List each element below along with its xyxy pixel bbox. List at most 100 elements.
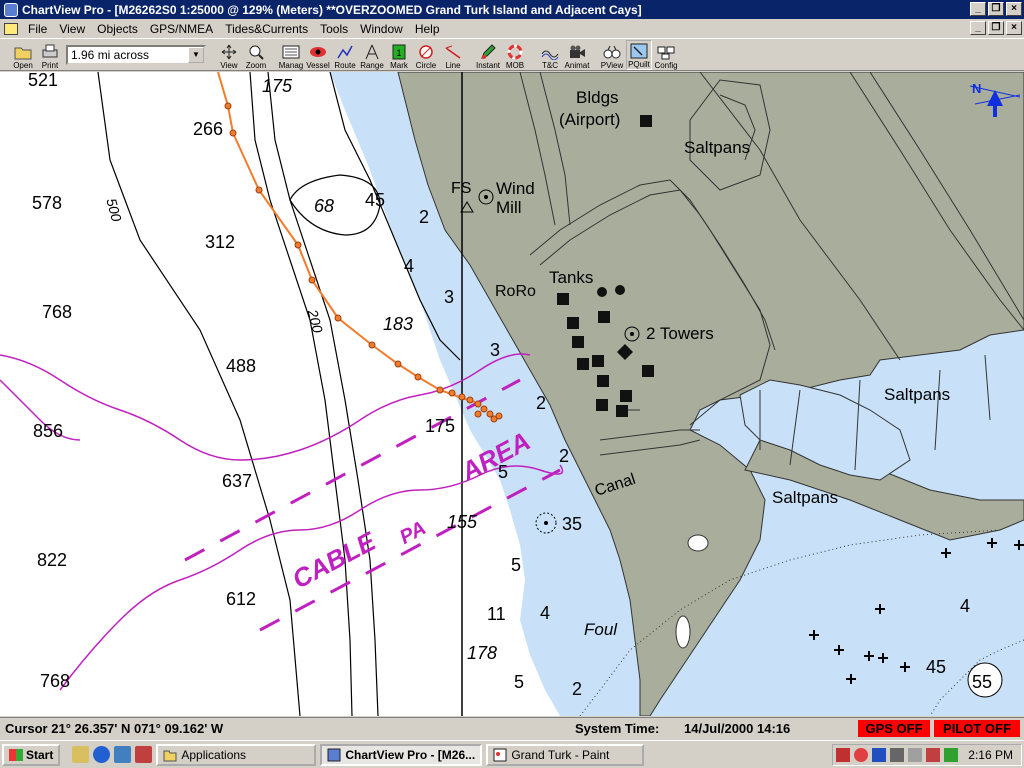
start-button[interactable]: Start: [2, 743, 61, 766]
speaker-icon[interactable]: [908, 748, 923, 762]
pen-icon: [481, 43, 496, 59]
print-button[interactable]: Print: [37, 40, 63, 70]
menu-view[interactable]: View: [53, 22, 91, 36]
svg-text:4: 4: [540, 603, 550, 623]
svg-text:3: 3: [444, 287, 454, 307]
eye-icon: [310, 46, 326, 57]
antivirus-icon[interactable]: [854, 748, 869, 762]
pview-button[interactable]: PView: [599, 40, 625, 70]
channels-icon[interactable]: [114, 746, 132, 763]
paint-icon: [493, 748, 507, 761]
gps-status-button[interactable]: GPS OFF: [858, 720, 930, 737]
window-controls: _ ❐ ×: [970, 2, 1022, 16]
nautical-chart[interactable]: 521 175 266 578 500 312 68 45 2 768 4 3 …: [0, 72, 1024, 716]
circle-icon: [419, 44, 433, 59]
doc-close-button[interactable]: ×: [1006, 21, 1022, 35]
svg-text:2: 2: [419, 207, 429, 227]
cursor-position: Cursor 21° 26.357' N 071° 09.162' W: [5, 721, 224, 736]
svg-text:FS: FS: [451, 180, 471, 197]
tide-icon: [541, 50, 559, 60]
svg-text:CABLE: CABLE: [287, 526, 381, 595]
zoom-button[interactable]: Zoom: [243, 40, 269, 70]
cable-area-labels: CABLE AREA PA: [287, 426, 535, 595]
svg-text:768: 768: [42, 302, 72, 322]
mob-button[interactable]: MOB: [502, 40, 528, 70]
mark-button[interactable]: 1 Mark: [386, 40, 412, 70]
monitor-icon[interactable]: [944, 748, 959, 762]
zoom-select[interactable]: 1.96 mi across ▼: [66, 44, 206, 65]
desktop-icon[interactable]: [72, 746, 90, 763]
route-button[interactable]: Route: [332, 40, 358, 70]
svg-text:(Airport): (Airport): [559, 110, 620, 129]
menu-help[interactable]: Help: [409, 22, 446, 36]
menu-gps-nmea[interactable]: GPS/NMEA: [144, 22, 219, 36]
chart-canvas[interactable]: 521 175 266 578 500 312 68 45 2 768 4 3 …: [0, 72, 1024, 716]
open-button[interactable]: Open: [10, 40, 36, 70]
svg-text:500: 500: [103, 196, 125, 223]
vessel-button[interactable]: Vessel: [305, 40, 331, 70]
svg-text:Foul: Foul: [584, 620, 618, 639]
menu-bar: File View Objects GPS/NMEA Tides&Current…: [0, 19, 1024, 38]
network-icon[interactable]: [890, 748, 905, 762]
close-button[interactable]: ×: [1006, 2, 1022, 16]
menu-tools[interactable]: Tools: [314, 22, 354, 36]
animate-button[interactable]: Animat: [564, 40, 590, 70]
pquilt-button[interactable]: PQuilt: [626, 39, 652, 70]
menu-window[interactable]: Window: [354, 22, 409, 36]
lifebuoy-icon: [507, 44, 523, 59]
svg-text:3: 3: [490, 340, 500, 360]
task-paint[interactable]: Grand Turk - Paint: [486, 743, 645, 766]
circle-button[interactable]: Circle: [413, 40, 439, 70]
document-controls: _ ❐ ×: [970, 21, 1022, 35]
display-icon[interactable]: [872, 748, 887, 762]
svg-text:266: 266: [193, 119, 223, 139]
magnifier-icon: [249, 45, 264, 60]
font-icon[interactable]: [926, 748, 941, 762]
svg-text:612: 612: [226, 589, 256, 609]
svg-text:822: 822: [37, 550, 67, 570]
svg-text:1: 1: [396, 48, 401, 58]
menu-file[interactable]: File: [22, 22, 53, 36]
document-icon[interactable]: [4, 22, 18, 35]
svg-text:Tanks: Tanks: [549, 268, 593, 287]
svg-text:183: 183: [383, 314, 413, 334]
mark-icon: 1: [392, 44, 406, 59]
svg-text:Saltpans: Saltpans: [772, 488, 838, 507]
manage-button[interactable]: Manag: [278, 40, 304, 70]
svg-text:578: 578: [32, 193, 62, 213]
menu-objects[interactable]: Objects: [91, 22, 144, 36]
clock[interactable]: 2:16 PM: [968, 748, 1013, 762]
svg-text:11: 11: [487, 604, 506, 624]
outlook-icon[interactable]: [135, 746, 153, 763]
system-time-value: 14/Jul/2000 14:16: [684, 721, 791, 736]
svg-text:178: 178: [467, 643, 497, 663]
instant-button[interactable]: Instant: [475, 40, 501, 70]
doc-minimize-button[interactable]: _: [970, 21, 986, 35]
window-title: ChartView Pro - [M26262S0 1:25000 @ 129%…: [22, 2, 642, 17]
line-button[interactable]: Line: [440, 40, 466, 70]
chevron-down-icon[interactable]: ▼: [188, 46, 204, 63]
restore-button[interactable]: ❐: [988, 2, 1004, 16]
route-icon: [337, 45, 353, 58]
shield-icon[interactable]: [836, 748, 851, 762]
svg-text:155: 155: [447, 512, 478, 532]
pilot-status-button[interactable]: PILOT OFF: [934, 720, 1020, 737]
svg-text:4: 4: [404, 256, 414, 276]
svg-text:35: 35: [562, 514, 582, 534]
taskbar: Start Applications ChartView Pro - [M26.…: [0, 740, 1024, 768]
app-icon[interactable]: [4, 2, 18, 17]
range-button[interactable]: Range: [359, 40, 385, 70]
move-icon: [221, 44, 237, 59]
menu-tides-currents[interactable]: Tides&Currents: [219, 22, 314, 36]
task-chartview[interactable]: ChartView Pro - [M26...: [320, 743, 483, 766]
svg-text:Mill: Mill: [496, 198, 522, 217]
svg-text:45: 45: [365, 190, 385, 210]
view-button[interactable]: View: [216, 40, 242, 70]
minimize-button[interactable]: _: [970, 2, 986, 16]
doc-restore-button[interactable]: ❐: [988, 21, 1004, 35]
printer-icon: [42, 44, 58, 57]
tide-current-button[interactable]: T&C: [537, 40, 563, 70]
task-applications[interactable]: Applications: [156, 743, 317, 766]
config-button[interactable]: Config: [653, 40, 679, 70]
ie-icon[interactable]: [93, 746, 111, 763]
